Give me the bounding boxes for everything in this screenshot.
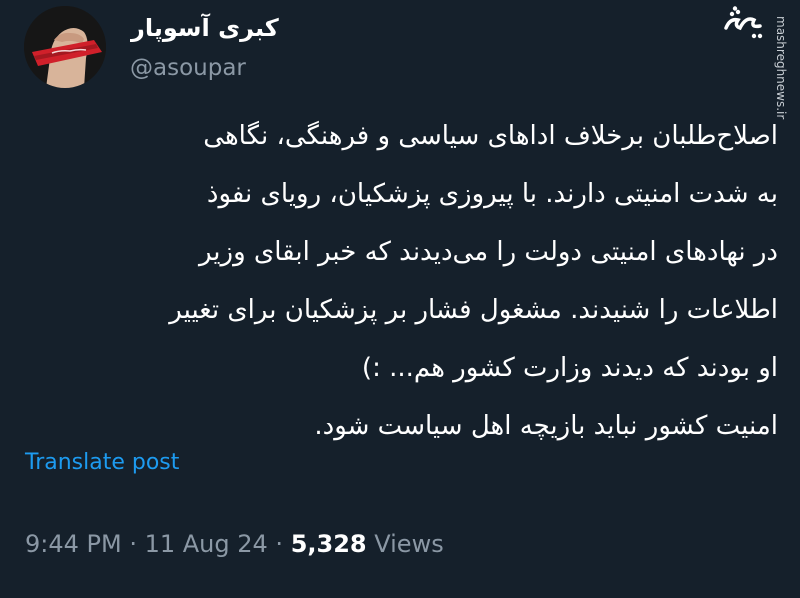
views-count[interactable]: 5,328 <box>291 530 367 558</box>
tweet-text-line: او بودند که دیدند وزارت کشور هم... :) <box>361 353 778 383</box>
views-label: Views <box>374 530 444 558</box>
tweet-text-line: در نهادهای امنیتی دولت را می‌دیدند که خب… <box>198 237 778 267</box>
tweet-text-line: اصلاح‌طلبان برخلاف اداهای سیاسی و فرهنگی… <box>203 121 778 151</box>
tweet-date[interactable]: 11 Aug 24 <box>145 530 268 558</box>
tweet-card: کبری آسوپار @asoupar mashreghnews.ir اصل… <box>0 0 800 598</box>
tweet-text-line: امنیت کشور نباید بازیچه اهل سیاست شود. <box>314 411 778 441</box>
tweet-meta: 9:44 PM · 11 Aug 24 · 5,328 Views <box>25 530 444 558</box>
tweet-text-line: به شدت امنیتی دارند. با پیروزی پزشکیان، … <box>206 179 778 209</box>
meta-separator: · <box>121 530 145 558</box>
author-handle[interactable]: @asoupar <box>130 55 246 81</box>
translate-post-link[interactable]: Translate post <box>25 450 179 475</box>
author-display-name[interactable]: کبری آسوپار <box>131 14 279 42</box>
avatar-image <box>24 6 106 88</box>
meta-separator: · <box>267 530 291 558</box>
tweet-text: اصلاح‌طلبان برخلاف اداهای سیاسی و فرهنگی… <box>20 107 778 455</box>
tweet-time[interactable]: 9:44 PM <box>25 530 122 558</box>
tweet-text-line: اطلاعات را شنیدند. مشغول فشار بر پزشکیان… <box>169 295 778 325</box>
mashregh-logo-watermark <box>720 6 766 42</box>
avatar[interactable] <box>24 6 106 88</box>
